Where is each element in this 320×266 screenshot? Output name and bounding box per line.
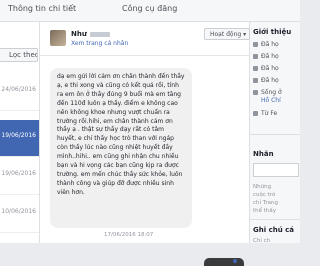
intro-row: Đã họ — [253, 53, 279, 60]
section-divider — [250, 134, 300, 135]
top-tab-bar: Thông tin chi tiết Công cụ đăng — [0, 0, 300, 22]
conversation-date: 19/06/2016 — [1, 170, 36, 177]
conversation-row-selected[interactable]: 19/06/2016 — [0, 120, 39, 157]
conversation-panel: Như Xem trang cá nhân Hoạt động ▾ dạ em … — [40, 22, 250, 266]
school-icon — [253, 66, 258, 71]
incoming-message-bubble: dạ em gửi lời cảm ơn chân thành đến thầy… — [50, 68, 192, 228]
conversation-row[interactable]: 24/06/2016 — [0, 74, 39, 111]
conversation-list: Lọc theo ▾ 24/06/2016 19/06/2016 19/06/2… — [0, 22, 40, 243]
filter-dropdown[interactable]: Lọc theo ▾ — [0, 48, 38, 62]
conversation-date: 19/06/2016 — [1, 132, 36, 139]
notes-title: Ghi chú cá — [253, 226, 294, 234]
redacted-name — [89, 31, 110, 37]
intro-row: Đã họ — [253, 77, 279, 84]
school-icon — [253, 54, 258, 59]
intro-row: Đã họ — [253, 41, 279, 48]
labels-help-line: chỉ Trang — [253, 200, 278, 206]
labels-help-line: Những — [253, 184, 272, 190]
label-input[interactable] — [253, 163, 299, 177]
avatar[interactable] — [50, 30, 66, 46]
conversation-row[interactable]: 19/06/2016 — [0, 158, 39, 195]
labels-title: Nhãn — [253, 150, 274, 158]
view-profile-link[interactable]: Xem trang cá nhân — [71, 40, 128, 47]
tab-details[interactable]: Thông tin chi tiết — [8, 4, 76, 13]
conversation-date: 24/06/2016 — [1, 86, 36, 93]
city-link[interactable]: Hồ Chí — [261, 97, 281, 104]
conversation-row[interactable]: 10/06/2016 — [0, 196, 39, 233]
seen-indicator-icon — [233, 259, 237, 263]
contact-name[interactable]: Như — [71, 30, 110, 38]
chevron-down-icon: ▾ — [243, 31, 247, 38]
tab-tools[interactable]: Công cụ đăng — [122, 4, 177, 13]
labels-help-line: cuộc trò — [253, 192, 276, 198]
intro-title: Giới thiệu — [253, 28, 292, 36]
outgoing-message-bubble — [204, 258, 244, 266]
filter-label: Lọc theo — [9, 51, 38, 59]
from-row: Từ Fe — [253, 110, 277, 117]
status-label: Hoạt động — [210, 31, 242, 38]
conversation-date: 10/06/2016 — [1, 208, 36, 215]
notes-help-line: Chỉ ch — [253, 238, 271, 244]
header-divider — [40, 55, 250, 56]
location-icon — [253, 111, 258, 116]
status-button[interactable]: Hoạt động ▾ — [204, 28, 250, 40]
home-icon — [253, 90, 258, 95]
labels-help-line: thể thấy — [253, 208, 277, 214]
section-divider — [250, 219, 300, 220]
contact-name-text: Như — [71, 30, 87, 38]
intro-row: Đã họ — [253, 65, 279, 72]
lives-in-row: Sống ở — [253, 89, 282, 96]
briefcase-icon — [253, 42, 258, 47]
message-timestamp: 17/06/2016 18:07 — [104, 232, 154, 238]
info-panel: Giới thiệu Đã họ Đã họ Đã họ Đã họ Sống … — [250, 22, 300, 244]
message-text: dạ em gửi lời cảm ơn chân thành đến thầy… — [57, 73, 185, 196]
school-icon — [253, 78, 258, 83]
